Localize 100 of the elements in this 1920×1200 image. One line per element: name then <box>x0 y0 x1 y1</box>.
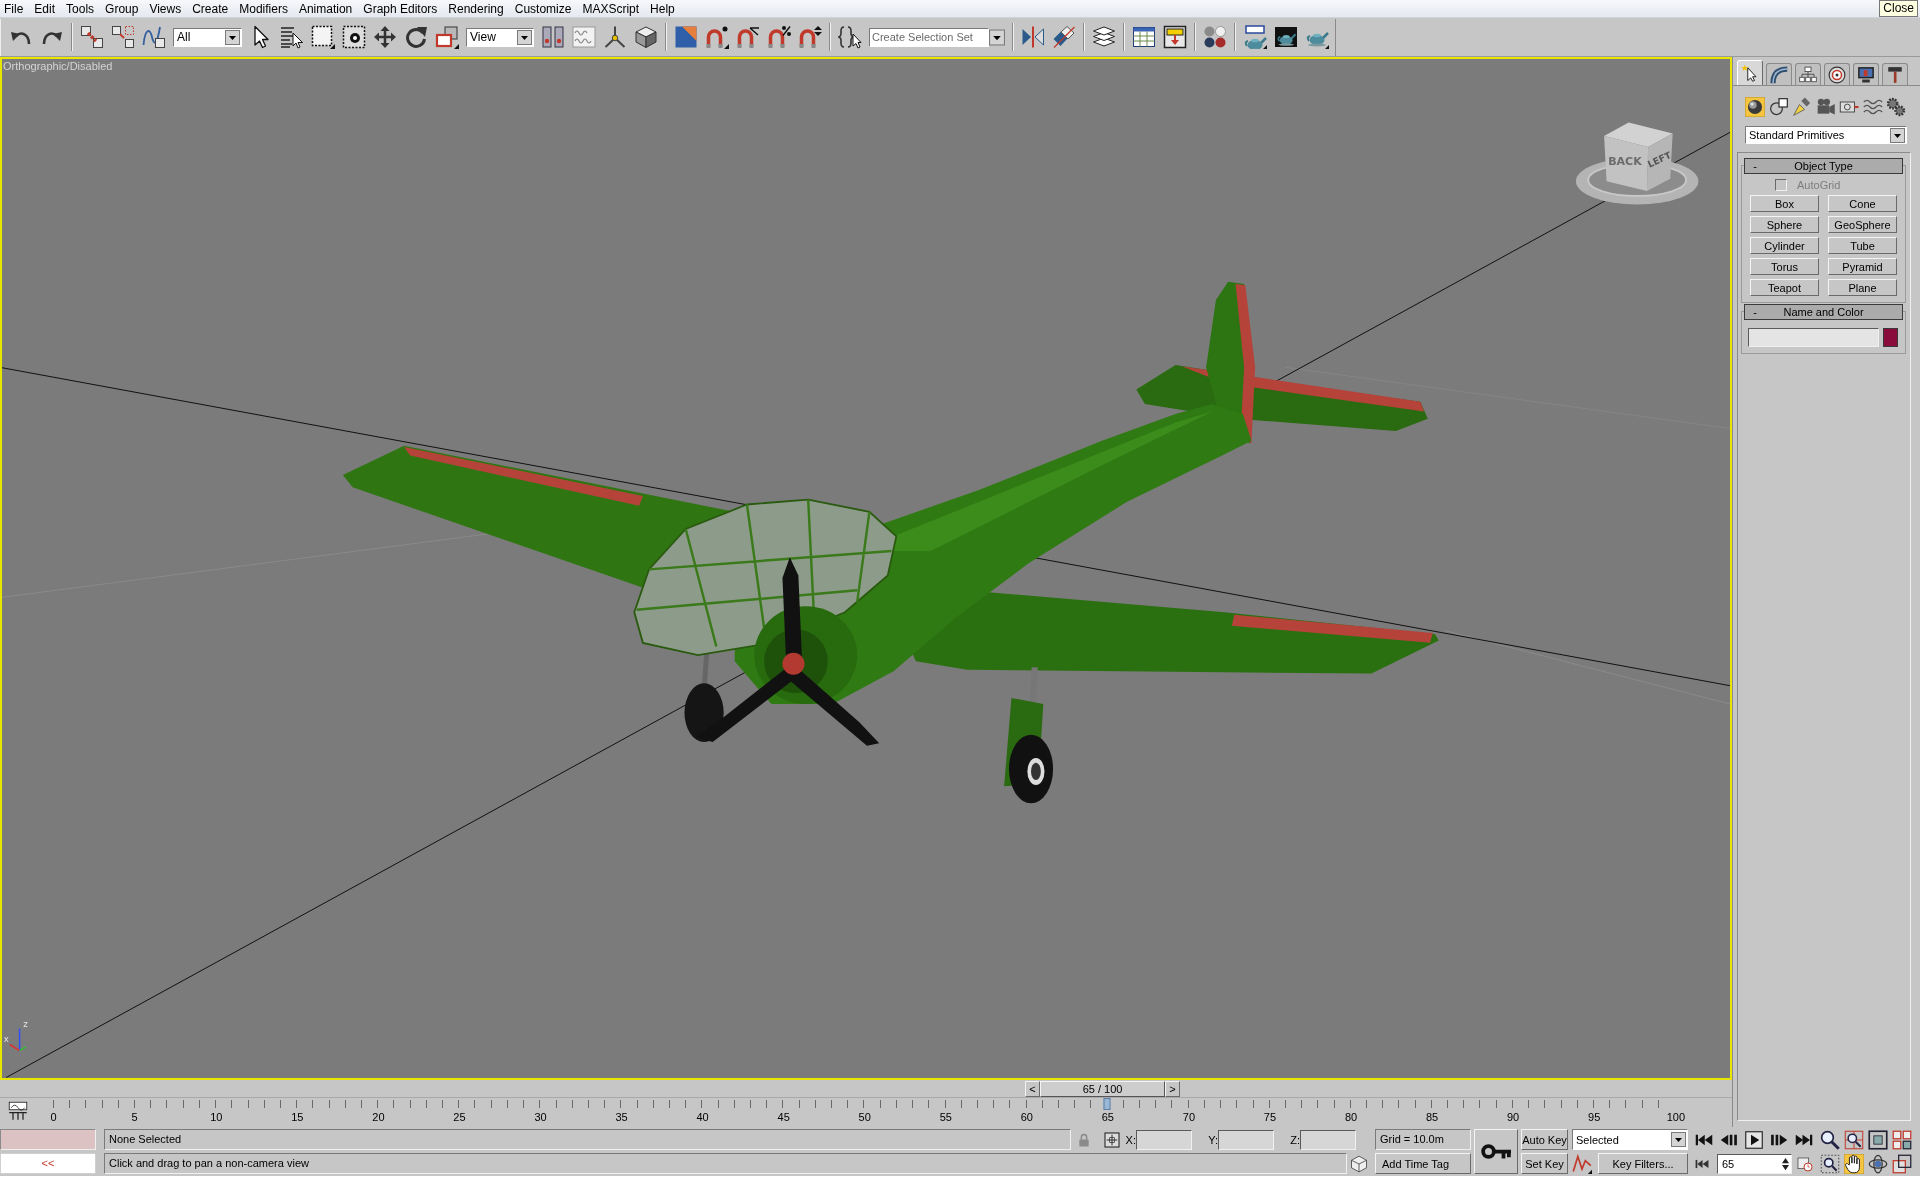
menu-item[interactable]: Help <box>644 0 681 17</box>
menu-item[interactable]: Animation <box>293 0 358 17</box>
scribble-sheet-icon[interactable] <box>572 25 596 49</box>
primitive-button[interactable]: Plane <box>1828 279 1897 296</box>
region-zoom-icon[interactable] <box>1820 1153 1840 1174</box>
key-filters-button[interactable]: Key Filters... <box>1598 1153 1688 1174</box>
layers-icon[interactable] <box>1092 25 1116 49</box>
collapse-toggle[interactable]: - <box>1745 160 1765 172</box>
primitive-button[interactable]: Sphere <box>1750 216 1819 233</box>
mirror-icon[interactable] <box>1021 25 1045 49</box>
shapes-icon[interactable] <box>1768 97 1789 117</box>
collapse-toggle[interactable]: - <box>1745 306 1765 318</box>
cube-outline-icon[interactable] <box>1350 1154 1368 1173</box>
panel-tab[interactable] <box>1795 63 1821 85</box>
crosshair-square-icon[interactable] <box>1104 1131 1120 1148</box>
angle-magnet-icon[interactable] <box>736 25 760 49</box>
selection-filter-dropdown[interactable]: All <box>173 27 242 47</box>
waves-icon[interactable] <box>1862 97 1883 117</box>
curve-box-icon[interactable] <box>8 1101 28 1121</box>
primitive-button[interactable]: Tube <box>1828 237 1897 254</box>
sphere-icon[interactable] <box>1745 97 1765 117</box>
teapot-window-icon[interactable] <box>1243 25 1267 49</box>
panel-tab[interactable] <box>1824 63 1850 85</box>
coordinate-field[interactable] <box>1218 1129 1274 1150</box>
menu-item[interactable]: Tools <box>60 0 100 17</box>
menu-item[interactable]: Graph Editors <box>357 0 443 17</box>
scale-boxes-icon[interactable] <box>435 25 459 49</box>
primitive-button[interactable]: Pyramid <box>1828 258 1897 275</box>
color-swatch[interactable] <box>1883 328 1898 347</box>
time-tag-button[interactable]: Add Time Tag <box>1375 1153 1471 1174</box>
primitive-button[interactable]: Cylinder <box>1750 237 1819 254</box>
next-frame-button[interactable]: > <box>1165 1081 1181 1097</box>
menu-item[interactable]: Edit <box>28 0 61 17</box>
orbit-icon[interactable] <box>1868 1153 1888 1174</box>
linked-squares-icon[interactable] <box>80 25 104 49</box>
zoom-extents-all-icon[interactable] <box>1892 1129 1912 1150</box>
schematic-icon[interactable] <box>1163 25 1187 49</box>
primitive-button[interactable]: Teapot <box>1750 279 1819 296</box>
rollout-header[interactable]: - Object Type <box>1744 158 1903 174</box>
play-icon[interactable] <box>1745 1130 1763 1149</box>
squiggle-square-icon[interactable] <box>142 25 166 49</box>
dashed-rectangle-icon[interactable] <box>311 25 335 49</box>
listener-field[interactable] <box>0 1129 96 1150</box>
menu-item[interactable]: Rendering <box>442 0 510 17</box>
time-slider-thumb[interactable]: 65 / 100 <box>1040 1081 1166 1097</box>
spinner-arrows-icon[interactable] <box>1782 1156 1789 1171</box>
braces-cursor-icon[interactable] <box>838 25 862 49</box>
move-arrows-icon[interactable] <box>373 25 397 49</box>
rotate-arrow-icon[interactable] <box>404 25 428 49</box>
panel-tab[interactable] <box>1882 63 1908 85</box>
spotlight-icon[interactable] <box>1792 97 1812 117</box>
coordinate-field[interactable] <box>1136 1129 1192 1150</box>
primitive-button[interactable]: GeoSphere <box>1828 216 1897 233</box>
zoom-extents-icon[interactable] <box>1868 1129 1888 1150</box>
menu-item[interactable]: MAXScript <box>576 0 645 17</box>
zigzag-curve-icon[interactable] <box>1572 1153 1592 1174</box>
percent-magnet-icon[interactable] <box>767 25 791 49</box>
table-icon[interactable] <box>1132 25 1156 49</box>
zoom-all-icon[interactable] <box>1844 1129 1864 1150</box>
align-diamonds-icon[interactable] <box>1052 25 1076 49</box>
menu-item[interactable]: Customize <box>509 0 577 17</box>
camera-icon[interactable] <box>1815 97 1836 117</box>
list-cursor-icon[interactable] <box>280 25 304 49</box>
name-field[interactable] <box>1748 328 1879 347</box>
menu-item[interactable]: Views <box>143 0 187 17</box>
pivot-bars-icon[interactable] <box>541 25 565 49</box>
key-button[interactable] <box>1474 1129 1518 1174</box>
teapot-screen-icon[interactable] <box>1274 25 1298 49</box>
zoom-icon[interactable] <box>1820 1129 1840 1150</box>
unlinked-squares-icon[interactable] <box>111 25 135 49</box>
cube-icon[interactable] <box>634 25 658 49</box>
set-key-button[interactable]: Set Key <box>1521 1153 1568 1174</box>
key-set-dropdown[interactable]: Selected <box>1572 1129 1688 1150</box>
menu-item[interactable]: File <box>0 0 29 17</box>
snap-square-icon[interactable] <box>674 25 698 49</box>
menu-item[interactable]: Group <box>99 0 144 17</box>
auto-key-button[interactable]: Auto Key <box>1521 1129 1568 1150</box>
spinner-magnet-icon[interactable] <box>798 25 822 49</box>
menu-item[interactable]: Create <box>186 0 234 17</box>
magnet-icon[interactable] <box>705 25 729 49</box>
rollout-header[interactable]: - Name and Color <box>1744 304 1903 320</box>
clock-window-icon[interactable] <box>1797 1155 1813 1172</box>
current-frame-marker[interactable] <box>1103 1098 1111 1110</box>
coordinate-field[interactable] <box>1300 1129 1356 1150</box>
coordinate-system-dropdown[interactable]: View <box>466 27 534 47</box>
selection-set-field[interactable]: Create Selection Set <box>869 27 989 47</box>
tripod-icon[interactable] <box>603 25 627 49</box>
hand-icon[interactable] <box>1844 1153 1864 1174</box>
previous-frame-button[interactable]: < <box>1025 1081 1041 1097</box>
primitive-button[interactable]: Box <box>1750 195 1819 212</box>
listener-output[interactable]: << <box>0 1153 96 1174</box>
menu-item[interactable]: Modifiers <box>233 0 294 17</box>
time-slider-track[interactable]: < 65 / 100 > <box>0 1080 1732 1098</box>
gears-icon[interactable] <box>1886 97 1906 117</box>
frame-spinner[interactable]: 65 <box>1717 1153 1792 1174</box>
panel-tab[interactable] <box>1853 63 1879 85</box>
maximize-icon[interactable] <box>1892 1153 1912 1174</box>
category-dropdown[interactable]: Standard Primitives <box>1745 126 1907 144</box>
primitive-button[interactable]: Cone <box>1828 195 1897 212</box>
primitive-button[interactable]: Torus <box>1750 258 1819 275</box>
